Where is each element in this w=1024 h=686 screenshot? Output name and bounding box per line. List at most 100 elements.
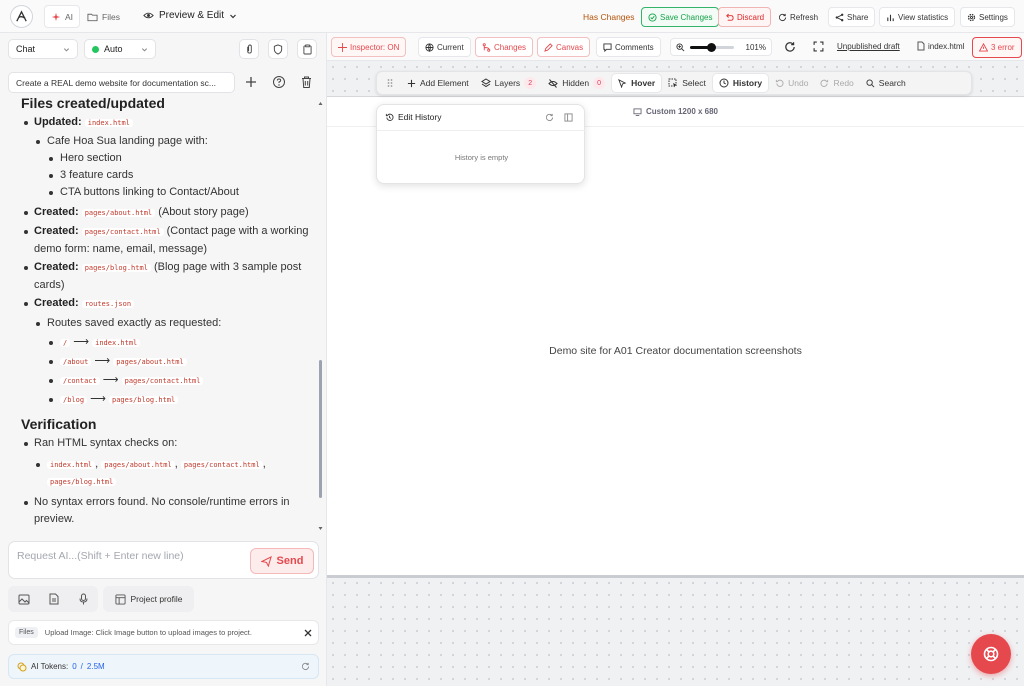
upload-hint: Files Upload Image: Click Image button t…	[8, 620, 319, 645]
close-icon[interactable]	[304, 629, 312, 637]
hidden-count-badge: 0	[593, 77, 606, 89]
reload-button[interactable]	[784, 41, 796, 53]
refresh-label: Refresh	[790, 12, 819, 22]
current-button[interactable]: Current	[418, 37, 471, 57]
discard-button[interactable]: Discard	[718, 7, 772, 27]
canvas-button[interactable]: Canvas	[537, 37, 591, 57]
chat-mode-select[interactable]: Chat	[8, 39, 78, 59]
discard-label: Discard	[737, 12, 765, 22]
tab-files-label: Files	[102, 11, 120, 22]
support-fab[interactable]	[971, 634, 1011, 674]
verification-list: Ran HTML syntax checks on: index.html, p…	[8, 435, 318, 528]
tab-ai-label: AI	[65, 11, 74, 22]
select-label: Select	[682, 78, 706, 88]
fullscreen-button[interactable]	[813, 41, 824, 52]
check-circle-icon	[648, 12, 657, 22]
folder-icon	[87, 13, 98, 21]
comments-button[interactable]: Comments	[596, 37, 661, 57]
list-item: Created: routes.json	[8, 295, 318, 313]
inspector-toggle[interactable]: Inspector: ON	[331, 37, 407, 57]
bar-chart-icon	[887, 14, 894, 21]
tokens-label: AI Tokens:	[31, 662, 69, 671]
panel-dock-icon[interactable]	[564, 113, 573, 122]
chevron-down-icon	[141, 47, 148, 52]
settings-button[interactable]: Settings	[960, 7, 1015, 27]
select-mode-button[interactable]: Select	[662, 73, 712, 93]
tab-ai[interactable]: AI	[44, 5, 81, 28]
drag-handle-icon[interactable]	[387, 78, 393, 88]
search-label: Search	[878, 78, 906, 88]
help-circle-icon	[273, 76, 285, 88]
chat-input[interactable]: Request AI...(Shift + Enter new line)	[17, 550, 184, 562]
hidden-button[interactable]: Hidden 0	[542, 73, 611, 93]
list-item: 3 feature cards	[8, 167, 318, 184]
comment-icon	[603, 42, 612, 52]
shield-button[interactable]	[268, 39, 288, 59]
mode-dropdown[interactable]: Preview & Edit	[143, 10, 237, 21]
unpublished-draft-link[interactable]: Unpublished draft	[837, 42, 900, 51]
view-statistics-button[interactable]: View statistics	[879, 7, 956, 27]
history-icon	[385, 113, 394, 121]
list-item: Updated: index.html	[8, 114, 318, 132]
list-item: index.html, pages/about.html, pages/cont…	[8, 456, 318, 490]
errors-button[interactable]: 3 error	[972, 37, 1022, 58]
new-chat-button[interactable]	[244, 75, 258, 89]
changes-button[interactable]: Changes	[475, 37, 534, 57]
undo-icon	[776, 79, 784, 87]
crosshair-icon	[338, 42, 347, 52]
list-item: Hero section	[8, 150, 318, 167]
sparkle-icon	[51, 12, 61, 21]
undo-button[interactable]: Undo	[769, 73, 814, 93]
app-logo[interactable]	[10, 5, 33, 28]
lifebuoy-icon	[983, 646, 999, 662]
zoom-icon[interactable]	[676, 42, 685, 52]
refresh-icon[interactable]	[301, 662, 310, 671]
code-file: index.html	[84, 119, 133, 127]
attach-button[interactable]	[239, 39, 259, 59]
add-element-button[interactable]: Add Element	[401, 73, 475, 93]
image-icon[interactable]	[18, 594, 30, 605]
history-panel-divider	[377, 130, 586, 131]
share-label: Share	[847, 12, 869, 22]
search-icon	[866, 78, 875, 87]
hover-mode-button[interactable]: Hover	[611, 73, 663, 93]
share-button[interactable]: Share	[828, 7, 876, 27]
route-item: /about ⟶ pages/about.html	[8, 353, 318, 371]
microphone-icon[interactable]	[79, 593, 88, 605]
clipboard-icon	[302, 44, 312, 54]
conversation-title[interactable]: Create a REAL demo website for documenta…	[8, 72, 235, 93]
chat-message: Files created/updated Updated: index.htm…	[8, 98, 318, 535]
project-profile-button[interactable]: Project profile	[103, 586, 194, 612]
tab-files[interactable]: Files	[81, 5, 126, 28]
layers-button[interactable]: Layers 2	[475, 73, 543, 93]
inspector-label: Inspector: ON	[350, 42, 400, 52]
route-item: /contact ⟶ pages/contact.html	[8, 372, 318, 390]
list-item: Created: pages/contact.html (Contact pag…	[8, 223, 318, 258]
current-file[interactable]: index.html	[917, 41, 964, 51]
redo-button[interactable]: Redo	[814, 73, 859, 93]
refresh-icon[interactable]	[545, 113, 554, 122]
model-status-dot	[92, 45, 99, 53]
refresh-icon	[778, 13, 787, 21]
errors-label: 3 error	[991, 43, 1015, 52]
history-label: History	[732, 78, 763, 88]
delete-chat-button[interactable]	[300, 75, 313, 89]
search-button[interactable]: Search	[860, 73, 912, 93]
tokens-separator: /	[80, 662, 83, 671]
help-button[interactable]	[272, 75, 286, 89]
globe-icon	[425, 42, 434, 52]
history-button[interactable]: History	[711, 73, 770, 93]
refresh-button[interactable]: Refresh	[772, 7, 824, 27]
model-select[interactable]: Auto	[84, 39, 156, 59]
canvas-toolbar: Inspector: ON Current Changes Canvas Com…	[327, 33, 1024, 61]
zoom-slider-handle[interactable]	[707, 42, 717, 52]
chat-scrollbar[interactable]	[317, 100, 324, 532]
list-item: Created: pages/blog.html (Blog page with…	[8, 259, 318, 294]
zoom-slider[interactable]	[690, 42, 734, 52]
clipboard-button[interactable]	[297, 39, 317, 59]
save-changes-button[interactable]: Save Changes	[641, 7, 720, 27]
preview-text: Demo site for A01 Creator documentation …	[549, 345, 802, 357]
document-icon[interactable]	[49, 593, 59, 605]
eye-icon	[143, 12, 154, 19]
send-button[interactable]: Send	[250, 548, 314, 574]
